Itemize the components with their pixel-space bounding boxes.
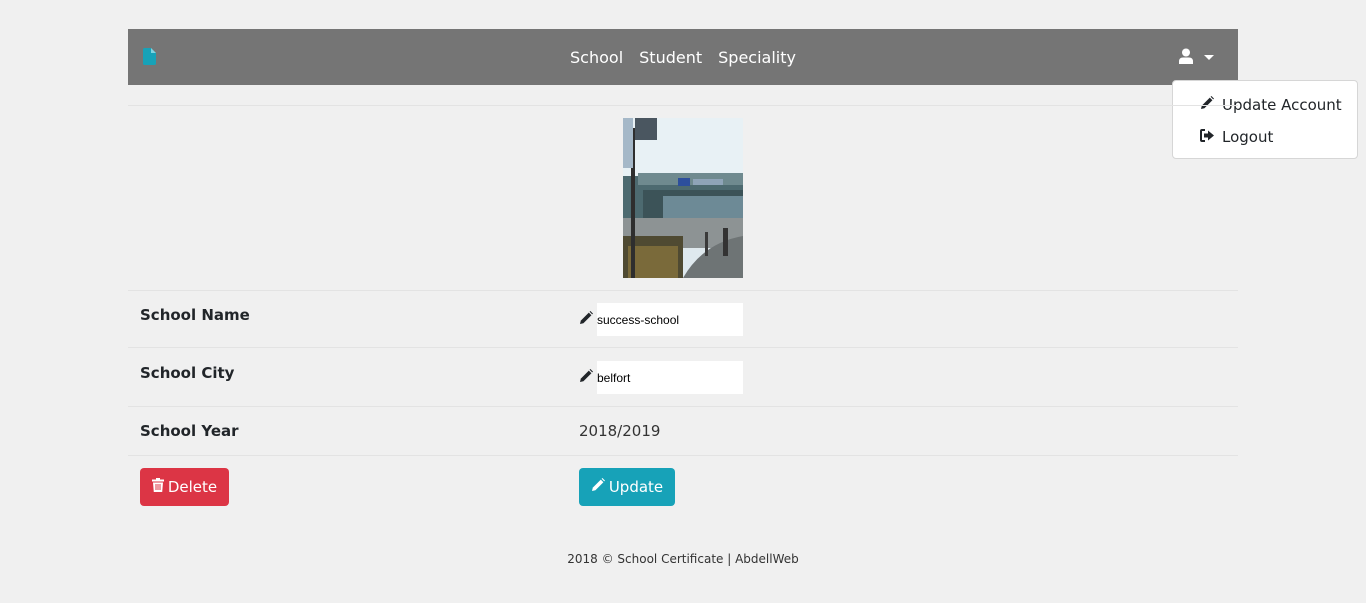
pencil-icon: [579, 368, 593, 387]
nav-link-speciality[interactable]: Speciality: [718, 48, 796, 67]
file-icon[interactable]: [143, 48, 156, 65]
divider: [128, 455, 1238, 456]
dropdown-item-logout[interactable]: Logout: [1200, 126, 1273, 148]
school-city-editor: [579, 361, 743, 394]
divider: [128, 406, 1238, 407]
user-icon: [1179, 48, 1193, 68]
school-name-editor: [579, 303, 743, 336]
user-menu-toggle[interactable]: [1179, 48, 1214, 68]
update-button[interactable]: Update: [579, 468, 675, 506]
school-city-label: School City: [140, 364, 235, 382]
divider: [128, 290, 1238, 291]
school-photo: [623, 118, 743, 278]
dropdown-item-label: Update Account: [1222, 96, 1342, 114]
update-button-label: Update: [608, 478, 664, 496]
nav-link-student[interactable]: Student: [639, 48, 702, 67]
delete-button[interactable]: Delete: [140, 468, 229, 506]
navbar: School Student Speciality: [128, 29, 1238, 85]
delete-button-label: Delete: [167, 478, 218, 496]
school-year-value: 2018/2019: [579, 422, 661, 440]
school-name-input[interactable]: [597, 303, 743, 336]
pencil-icon: [579, 310, 593, 329]
pencil-icon: [591, 478, 605, 496]
school-city-input[interactable]: [597, 361, 743, 394]
school-year-label: School Year: [140, 422, 239, 440]
user-dropdown-menu: Update Account Logout: [1172, 80, 1358, 159]
dropdown-item-label: Logout: [1222, 128, 1274, 146]
school-name-label: School Name: [140, 306, 250, 324]
trash-icon: [151, 478, 164, 496]
caret-down-icon: [1204, 54, 1214, 60]
sign-out-icon: [1200, 128, 1214, 146]
divider: [128, 105, 1238, 106]
nav-links: School Student Speciality: [128, 29, 1238, 85]
nav-link-school[interactable]: School: [570, 48, 623, 67]
divider: [128, 347, 1238, 348]
footer-text: 2018 © School Certificate | AbdellWeb: [567, 552, 799, 566]
